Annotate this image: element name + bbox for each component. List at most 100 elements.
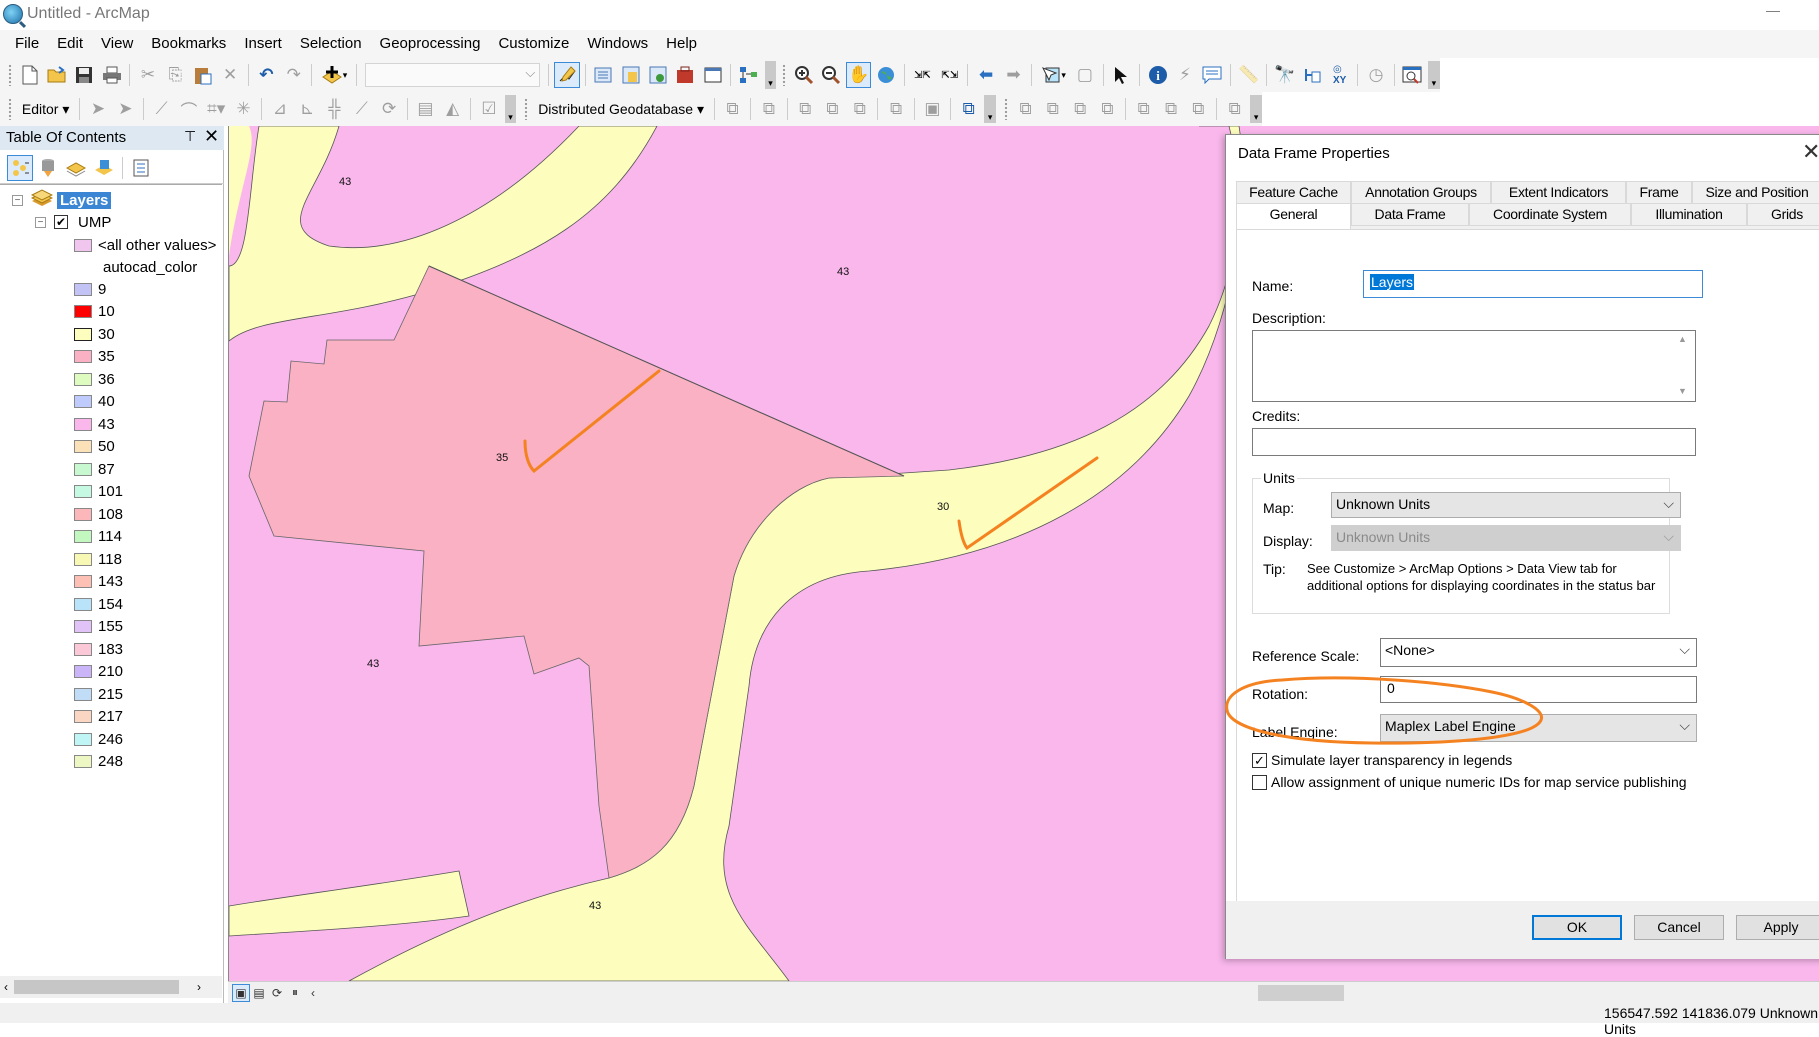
pause-drawing-button[interactable]: ⏸ [286,984,304,1002]
find-icon[interactable]: 🔭 [1272,62,1297,88]
find-route-icon[interactable] [1300,62,1325,88]
legend-item[interactable]: 246 [74,728,123,750]
check-out-icon[interactable]: ⧉ [956,96,981,122]
edit-vertices-icon[interactable]: ⊿ [267,96,292,122]
split-icon[interactable]: ⟋ [349,96,374,122]
go-forward-extent-icon[interactable]: ➡ [1001,62,1026,88]
manage-replicas-icon[interactable]: ⧉ [883,96,908,122]
tab-data-frame[interactable]: Data Frame [1351,203,1469,226]
cut-polygons-icon[interactable]: ╬ [322,96,347,122]
name-input[interactable]: Layers [1363,270,1703,298]
scroll-left-button[interactable]: ‹ [304,984,322,1002]
legend-item[interactable]: 143 [74,571,123,593]
legend-item[interactable]: 215 [74,683,123,705]
extract-data-icon[interactable]: ▣ [920,96,945,122]
create-replica-icon[interactable]: ⧉ [720,96,745,122]
bring-to-front-icon[interactable]: ⧉ [1068,96,1093,122]
menu-selection[interactable]: Selection [291,30,371,58]
zoom-out-icon[interactable] [819,62,844,88]
re-export-icon[interactable]: ⧉ [847,96,872,122]
menu-windows[interactable]: Windows [578,30,657,58]
go-to-xy-icon[interactable]: ◎ XY [1327,62,1352,88]
legend-item[interactable]: 35 [74,346,115,368]
menu-edit[interactable]: Edit [48,30,92,58]
time-slider-icon[interactable]: ◷ [1363,62,1388,88]
tab-feature-cache[interactable]: Feature Cache [1236,181,1351,204]
legend-item[interactable]: 9 [74,278,106,300]
synchronize-icon[interactable]: ⧉ [756,96,781,122]
description-scroll-down[interactable]: ▼ [1678,386,1687,396]
select-elements-icon[interactable] [1109,62,1134,88]
python-window-icon[interactable] [700,62,725,88]
html-popup-icon[interactable] [1200,62,1225,88]
ungroup-icon[interactable]: ⧉ [1040,96,1065,122]
legend-item[interactable]: 36 [74,368,115,390]
cancel-button[interactable]: Cancel [1634,915,1724,940]
legend-item[interactable]: 101 [74,481,123,503]
arctoolbox-icon[interactable] [673,62,698,88]
dataframe-node-layers[interactable]: − Layers [12,189,112,211]
sketch-properties-icon[interactable]: ◭ [440,96,465,122]
list-by-selection-icon[interactable] [91,155,117,181]
legend-item[interactable]: 50 [74,436,115,458]
checkbox-checked-icon[interactable]: ✓ [1252,752,1267,768]
tab-illumination[interactable]: Illumination [1631,203,1747,226]
map-units-select[interactable]: Unknown Units ⌵ [1331,492,1681,518]
edit-annotation-icon[interactable]: ➤ [113,96,138,122]
trace-icon[interactable]: ⌗▾ [204,96,229,122]
layer-visibility-checkbox[interactable]: ✔ [54,215,68,229]
search-window-icon[interactable] [645,62,670,88]
legend-item[interactable]: 217 [74,706,123,728]
layout-view-button[interactable]: ▤ [250,984,268,1002]
rotate-element-icon[interactable]: ⧉ [1186,96,1211,122]
menu-help[interactable]: Help [657,30,706,58]
save-icon[interactable] [72,62,97,88]
send-to-back-icon[interactable]: ⧉ [1095,96,1120,122]
legend-item[interactable]: 210 [74,661,123,683]
legend-item[interactable]: 118 [74,548,122,570]
legend-item[interactable]: 10 [74,301,115,323]
create-features-icon[interactable]: ☑ [476,96,501,122]
delete-icon[interactable]: ✕ [217,62,242,88]
copy-icon[interactable]: ⎘ [163,62,188,88]
align-icon[interactable]: ⧉ [1131,96,1156,122]
paste-icon[interactable] [190,62,215,88]
checkbox-unchecked-icon[interactable] [1252,774,1267,790]
scroll-right-icon[interactable]: › [197,980,201,994]
go-back-extent-icon[interactable]: ⬅ [973,62,998,88]
attributes-icon[interactable]: ▤ [413,96,438,122]
description-scroll-up[interactable]: ▲ [1678,334,1687,344]
nudge-icon[interactable]: ⧉ [1222,96,1247,122]
refresh-button[interactable]: ⟳ [268,984,286,1002]
select-features-icon[interactable]: ▾ [1037,62,1070,88]
toolbar-overflow-button-2[interactable]: ▾ [1428,61,1440,89]
collapse-layers-button[interactable]: − [12,194,23,206]
toolbar-overflow-button[interactable]: ▾ [764,61,777,89]
distribute-icon[interactable]: ⧉ [1158,96,1183,122]
legend-item[interactable]: 114 [74,526,122,548]
legend-item[interactable]: 155 [74,616,123,638]
display-units-select[interactable]: Unknown Units ⌵ [1331,525,1681,551]
tab-size-and-position[interactable]: Size and Position [1692,181,1819,204]
tab-grids[interactable]: Grids [1747,203,1819,226]
zoom-in-icon[interactable] [791,62,816,88]
measure-icon[interactable]: 📏 [1236,62,1261,88]
legend-item[interactable]: 43 [74,413,115,435]
legend-item[interactable]: 30 [74,323,115,345]
editor-menu-button[interactable]: Editor ▾ [16,101,76,118]
tab-frame[interactable]: Frame [1626,181,1692,204]
catalog-icon[interactable] [618,62,643,88]
ok-button[interactable]: OK [1532,915,1622,940]
toc-horizontal-scrollbar[interactable]: ‹ › [0,976,222,998]
list-by-visibility-icon[interactable] [63,155,89,181]
scroll-left-icon[interactable]: ‹ [4,980,8,994]
add-data-icon[interactable]: ▾ [317,62,350,88]
data-view-button[interactable]: ▣ [232,983,250,1002]
collapse-ump-button[interactable]: − [35,216,46,228]
map-scroll-thumb[interactable] [1258,985,1344,1001]
minimize-button[interactable]: — [1758,2,1788,24]
full-extent-icon[interactable] [873,62,898,88]
unique-ids-checkbox[interactable]: Allow assignment of unique numeric IDs f… [1252,774,1687,790]
menu-view[interactable]: View [92,30,142,58]
redo-icon[interactable]: ↷ [281,62,306,88]
